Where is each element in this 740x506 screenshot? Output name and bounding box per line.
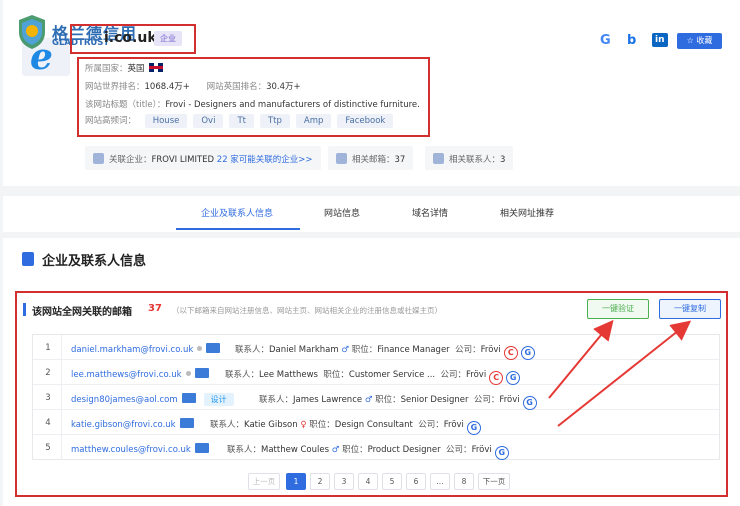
arrow-to-verify (548, 319, 614, 399)
annotation-arrows (548, 319, 692, 427)
arrow-to-copy (557, 320, 692, 427)
